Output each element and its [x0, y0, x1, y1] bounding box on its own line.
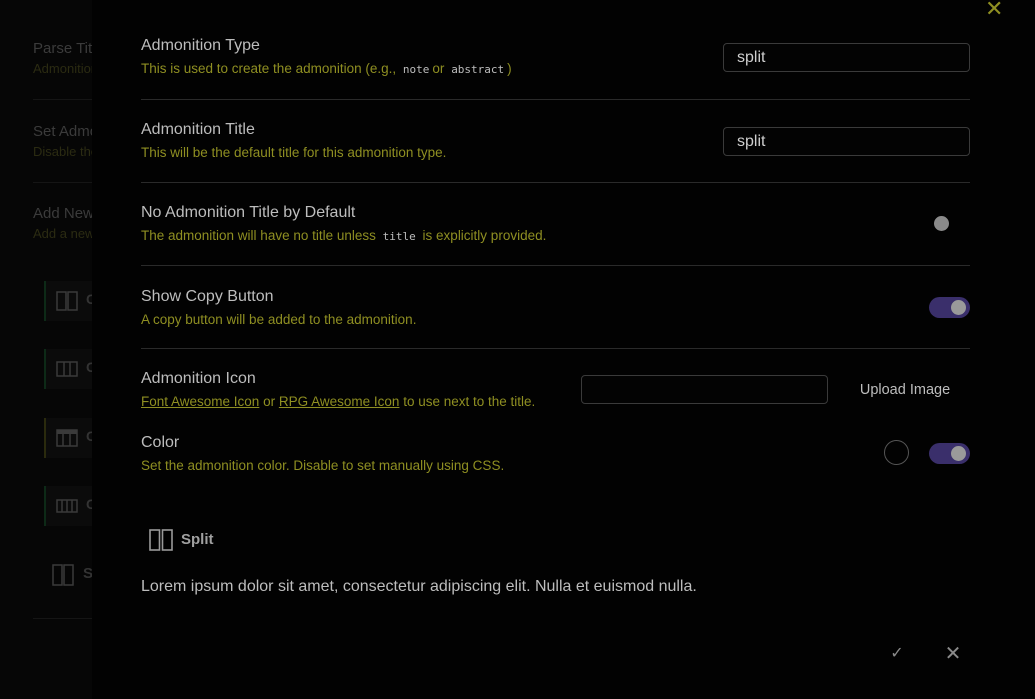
columns-four-icon [56, 499, 78, 513]
desc-text: ) [507, 61, 512, 76]
modal-close-button[interactable]: ✕ [985, 0, 1003, 20]
bg-item-color-bar [44, 418, 46, 458]
setting-name: Color [141, 434, 180, 451]
desc-text: The admonition will have no title unless [141, 228, 376, 243]
setting-description: A copy button will be added to the admon… [141, 312, 417, 327]
code-title: title [382, 230, 416, 243]
divider [141, 265, 970, 266]
columns-icon [149, 529, 173, 551]
setting-show-copy-button: Show Copy Button A copy button will be a… [141, 288, 970, 327]
preview-title: Split [181, 531, 214, 548]
color-picker[interactable] [884, 440, 909, 465]
setting-description: The admonition will have no title unless… [141, 228, 970, 243]
admonition-icon-input[interactable] [581, 375, 828, 404]
toggle-knob [951, 300, 966, 315]
columns-icon [52, 564, 74, 586]
desc-text: is explicitly provided. [422, 228, 547, 243]
color-toggle[interactable] [929, 443, 970, 464]
table-icon [56, 429, 78, 447]
setting-name: Admonition Icon [141, 370, 256, 387]
desc-text: or [263, 394, 276, 409]
copy-button-toggle[interactable] [929, 297, 970, 318]
code-note: note [402, 63, 430, 76]
font-awesome-link[interactable]: Font Awesome Icon [141, 394, 259, 409]
code-abstract: abstract [451, 63, 505, 76]
toggle-knob [934, 216, 949, 231]
upload-image-button[interactable]: Upload Image [846, 377, 964, 403]
cancel-button[interactable]: ✕ [940, 642, 966, 666]
desc-text: to use next to the title. [403, 394, 536, 409]
bg-item-color-bar [44, 281, 46, 321]
no-title-toggle[interactable] [929, 213, 970, 234]
setting-name: Show Copy Button [141, 288, 274, 305]
toggle-knob [951, 446, 966, 461]
setting-admonition-icon: Admonition Icon Font Awesome Icon or RPG… [141, 370, 581, 409]
admonition-type-input[interactable] [723, 43, 970, 72]
setting-color: Color Set the admonition color. Disable … [141, 434, 970, 473]
desc-text: This is used to create the admonition (e… [141, 61, 397, 76]
desc-text: or [432, 61, 445, 76]
divider [141, 99, 970, 100]
admonition-title-input[interactable] [723, 127, 970, 156]
columns-icon [56, 291, 78, 311]
divider [141, 348, 970, 349]
setting-no-title-default: No Admonition Title by Default The admon… [141, 204, 970, 243]
preview-body: Lorem ipsum dolor sit amet, consectetur … [141, 578, 697, 595]
confirm-button[interactable]: ✓ [884, 642, 910, 666]
columns-three-icon [56, 361, 78, 377]
setting-description: Font Awesome Icon or RPG Awesome Icon to… [141, 394, 581, 409]
rpg-awesome-link[interactable]: RPG Awesome Icon [279, 394, 400, 409]
divider [141, 182, 970, 183]
bg-item-color-bar [44, 486, 46, 526]
setting-description: Set the admonition color. Disable to set… [141, 458, 505, 473]
bg-item-color-bar [44, 349, 46, 389]
setting-name: No Admonition Title by Default [141, 204, 356, 221]
